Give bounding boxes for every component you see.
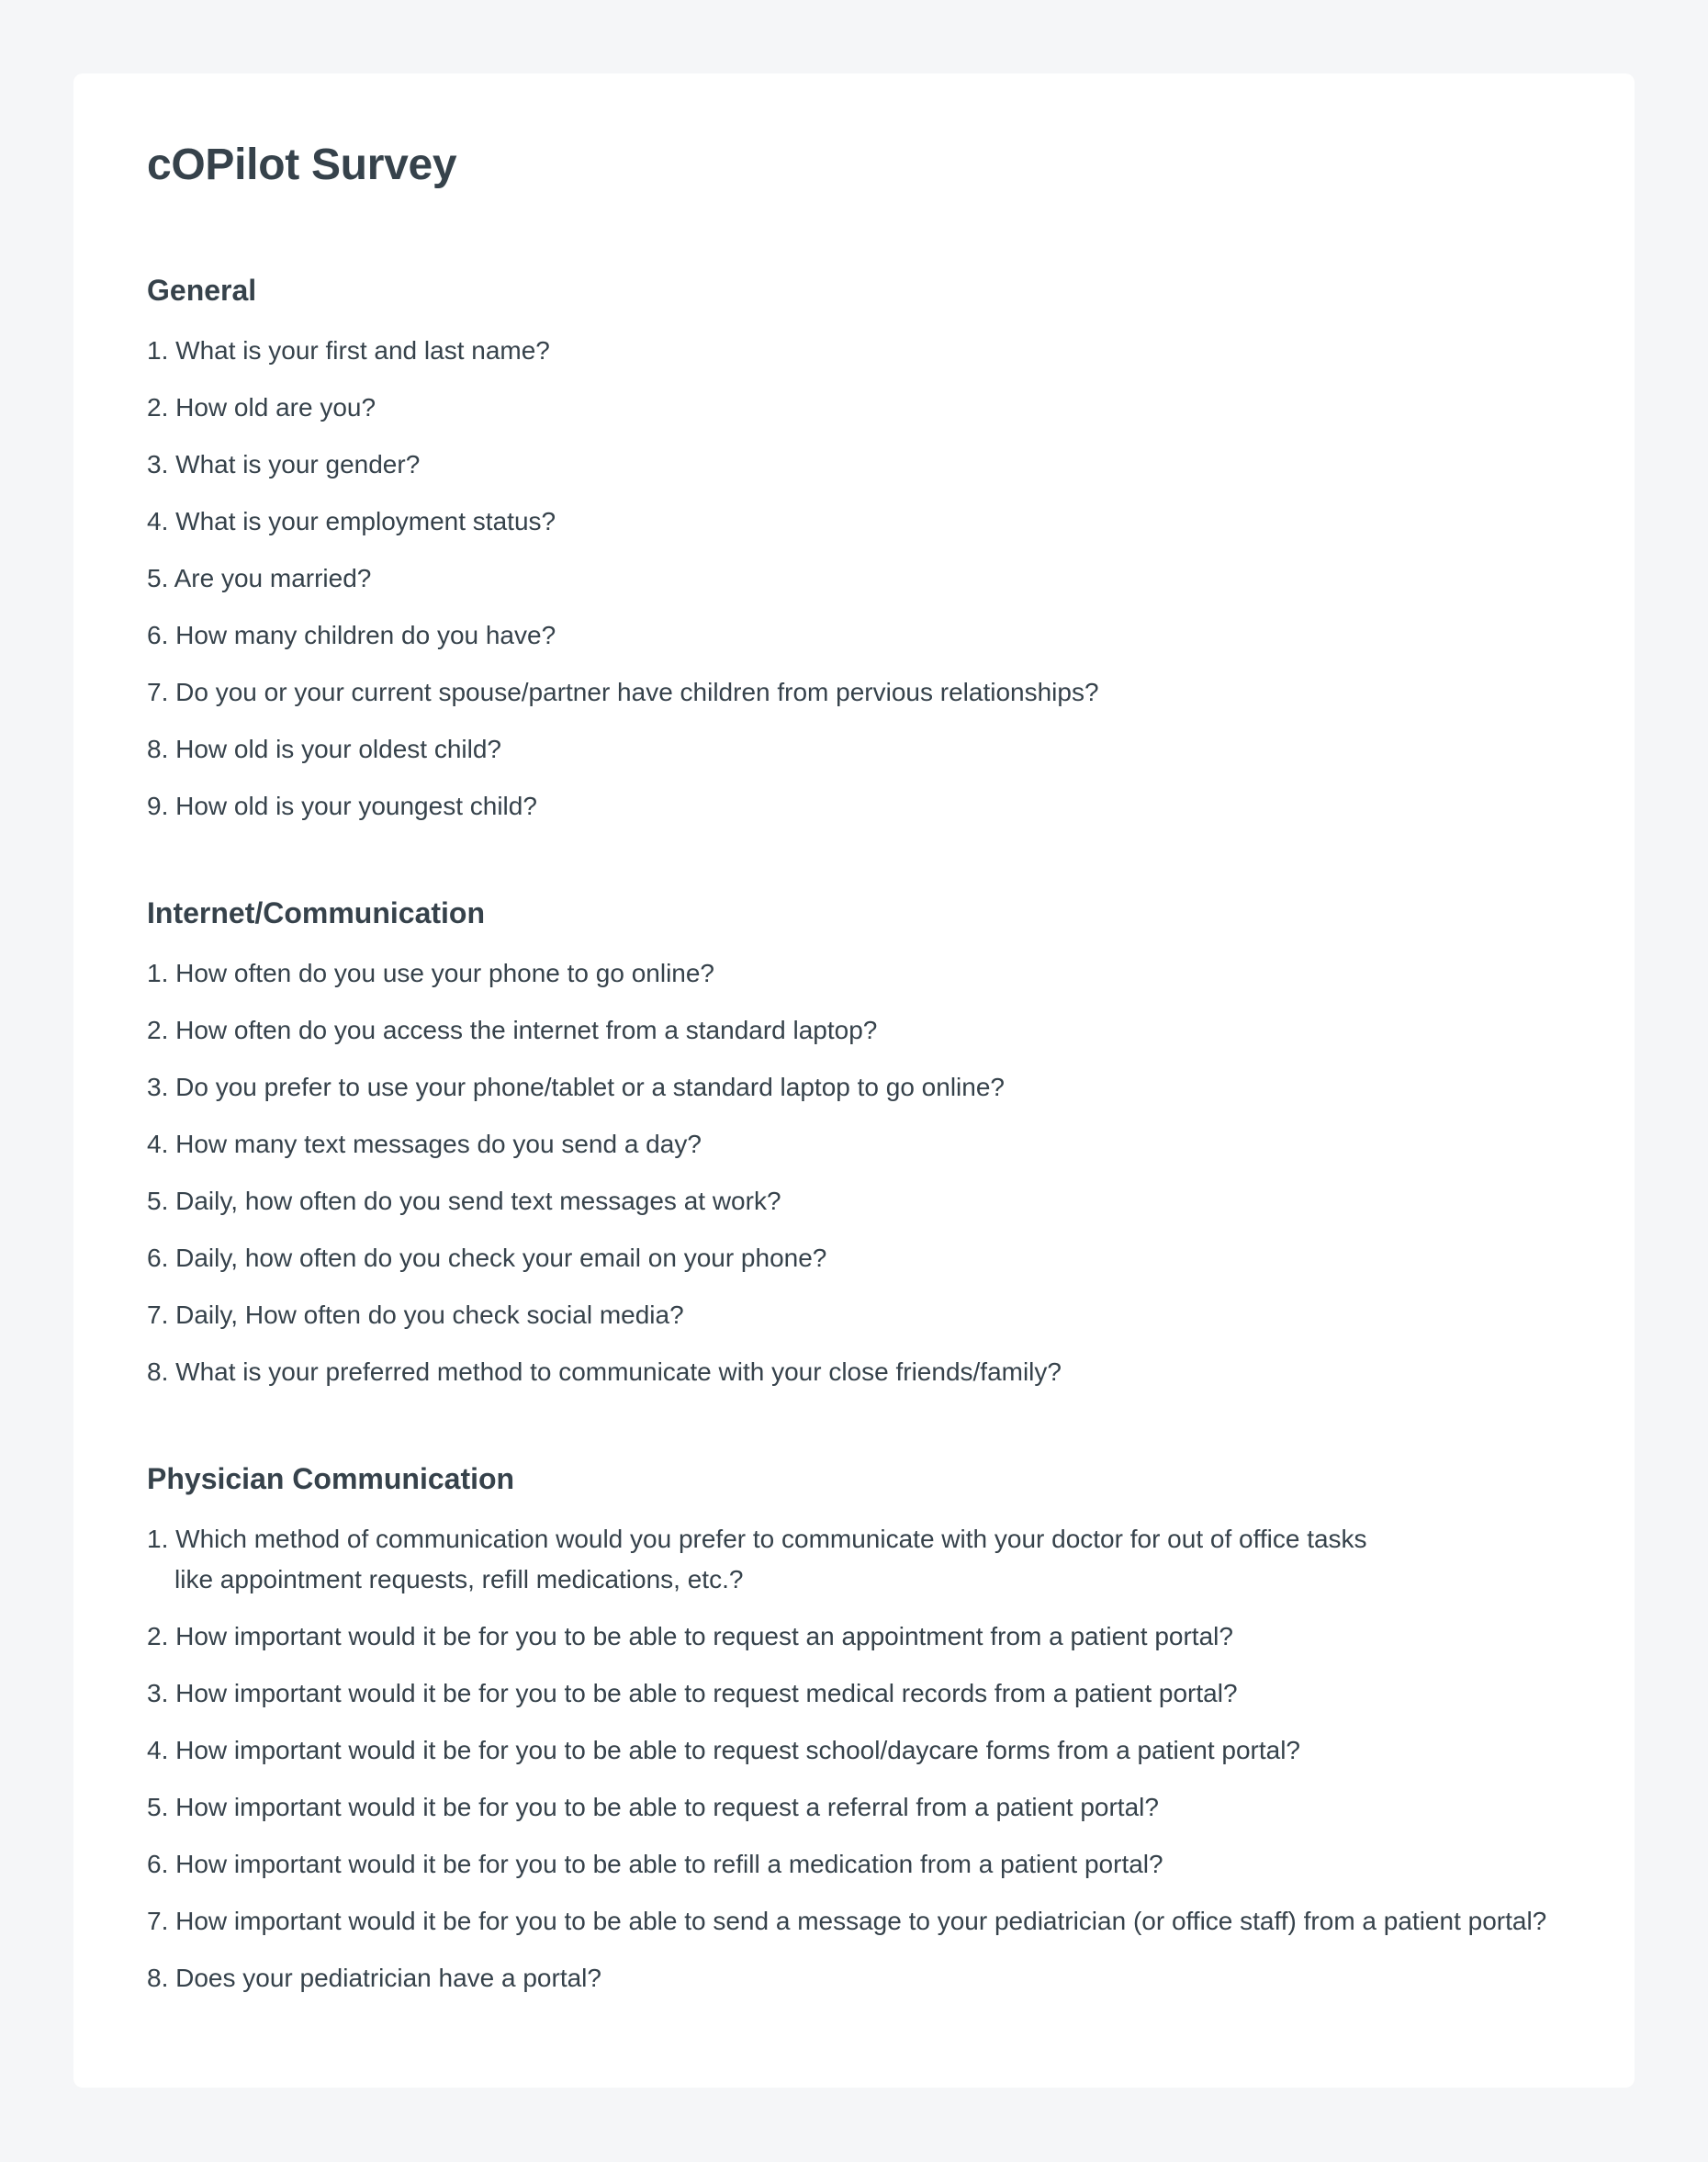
section-physician-communication: Physician Communication 1. Which method … xyxy=(147,1460,1561,1999)
question-number: 2. xyxy=(147,1622,169,1650)
question-item: 3. What is your gender? xyxy=(147,445,1561,485)
question-item: 7. Do you or your current spouse/partner… xyxy=(147,672,1561,713)
question-item: 1. Which method of communication would y… xyxy=(147,1519,1368,1600)
question-item: 6. Daily, how often do you check your em… xyxy=(147,1238,1561,1278)
question-number: 8. xyxy=(147,1357,169,1386)
question-number: 4. xyxy=(147,1736,169,1764)
question-number: 7. xyxy=(147,1301,169,1329)
question-text: How old is your oldest child? xyxy=(175,735,501,763)
question-number: 1. xyxy=(147,959,169,987)
question-number: 3. xyxy=(147,1679,169,1707)
question-number: 8. xyxy=(147,1964,169,1992)
question-text: How many children do you have? xyxy=(175,621,556,649)
question-item: 1. What is your first and last name? xyxy=(147,331,1561,371)
question-number: 8. xyxy=(147,735,169,763)
question-item: 6. How many children do you have? xyxy=(147,615,1561,656)
question-list: 1. Which method of communication would y… xyxy=(147,1519,1561,1999)
section-internet-communication: Internet/Communication 1. How often do y… xyxy=(147,895,1561,1392)
question-text: Which method of communication would you … xyxy=(174,1525,1367,1593)
section-general: General 1. What is your first and last n… xyxy=(147,272,1561,827)
question-item: 2. How often do you access the internet … xyxy=(147,1010,1561,1051)
question-item: 4. How many text messages do you send a … xyxy=(147,1124,1561,1165)
survey-card: cOPilot Survey General 1. What is your f… xyxy=(73,73,1635,2088)
question-list: 1. What is your first and last name? 2. … xyxy=(147,331,1561,827)
question-text: Daily, how often do you send text messag… xyxy=(175,1187,781,1215)
question-number: 6. xyxy=(147,1244,169,1272)
question-item: 9. How old is your youngest child? xyxy=(147,786,1561,827)
question-item: 2. How old are you? xyxy=(147,388,1561,428)
question-text: How important would it be for you to be … xyxy=(175,1850,1163,1878)
question-text: How often do you use your phone to go on… xyxy=(175,959,715,987)
question-number: 2. xyxy=(147,393,169,422)
question-text: Daily, how often do you check your email… xyxy=(175,1244,827,1272)
question-text: What is your first and last name? xyxy=(175,336,550,365)
question-text: Do you or your current spouse/partner ha… xyxy=(175,678,1099,706)
question-text: How often do you access the internet fro… xyxy=(175,1016,878,1044)
question-text: Do you prefer to use your phone/tablet o… xyxy=(175,1073,1005,1101)
question-item: 2. How important would it be for you to … xyxy=(147,1616,1561,1657)
question-text: How important would it be for you to be … xyxy=(175,1736,1301,1764)
question-item: 5. Are you married? xyxy=(147,558,1561,599)
question-text: Does your pediatrician have a portal? xyxy=(175,1964,601,1992)
question-text: How important would it be for you to be … xyxy=(175,1679,1238,1707)
section-title: General xyxy=(147,274,257,307)
question-item: 4. How important would it be for you to … xyxy=(147,1730,1561,1771)
question-item: 7. Daily, How often do you check social … xyxy=(147,1295,1561,1335)
question-number: 4. xyxy=(147,507,169,535)
question-number: 5. xyxy=(147,564,169,592)
question-item: 6. How important would it be for you to … xyxy=(147,1844,1561,1885)
question-number: 3. xyxy=(147,450,169,479)
question-item: 1. How often do you use your phone to go… xyxy=(147,953,1561,994)
question-number: 7. xyxy=(147,1907,169,1935)
question-number: 1. xyxy=(147,1525,169,1553)
question-text: How important would it be for you to be … xyxy=(175,1793,1159,1821)
question-number: 7. xyxy=(147,678,169,706)
question-text: Are you married? xyxy=(174,564,372,592)
question-number: 9. xyxy=(147,792,169,820)
question-item: 3. How important would it be for you to … xyxy=(147,1673,1561,1714)
question-number: 6. xyxy=(147,621,169,649)
question-number: 4. xyxy=(147,1130,169,1158)
question-text: Daily, How often do you check social med… xyxy=(175,1301,684,1329)
question-item: 8. What is your preferred method to comm… xyxy=(147,1352,1561,1392)
question-text: What is your gender? xyxy=(175,450,421,479)
question-text: How important would it be for you to be … xyxy=(175,1907,1547,1935)
page-title: cOPilot Survey xyxy=(147,141,457,189)
section-title: Internet/Communication xyxy=(147,896,486,929)
question-text: What is your preferred method to communi… xyxy=(175,1357,1062,1386)
question-text: How important would it be for you to be … xyxy=(175,1622,1233,1650)
question-number: 5. xyxy=(147,1793,169,1821)
question-item: 3. Do you prefer to use your phone/table… xyxy=(147,1067,1561,1108)
question-number: 1. xyxy=(147,336,169,365)
question-list: 1. How often do you use your phone to go… xyxy=(147,953,1561,1392)
question-number: 2. xyxy=(147,1016,169,1044)
question-item: 5. Daily, how often do you send text mes… xyxy=(147,1181,1561,1222)
question-number: 5. xyxy=(147,1187,169,1215)
question-item: 7. How important would it be for you to … xyxy=(147,1901,1561,1942)
question-item: 4. What is your employment status? xyxy=(147,501,1561,542)
question-number: 3. xyxy=(147,1073,169,1101)
question-number: 6. xyxy=(147,1850,169,1878)
question-item: 8. How old is your oldest child? xyxy=(147,729,1561,770)
question-item: 8. Does your pediatrician have a portal? xyxy=(147,1958,1561,1999)
question-text: How old is your youngest child? xyxy=(175,792,537,820)
section-title: Physician Communication xyxy=(147,1462,515,1495)
question-text: What is your employment status? xyxy=(175,507,556,535)
question-text: How many text messages do you send a day… xyxy=(175,1130,702,1158)
question-item: 5. How important would it be for you to … xyxy=(147,1787,1561,1828)
question-text: How old are you? xyxy=(175,393,376,422)
